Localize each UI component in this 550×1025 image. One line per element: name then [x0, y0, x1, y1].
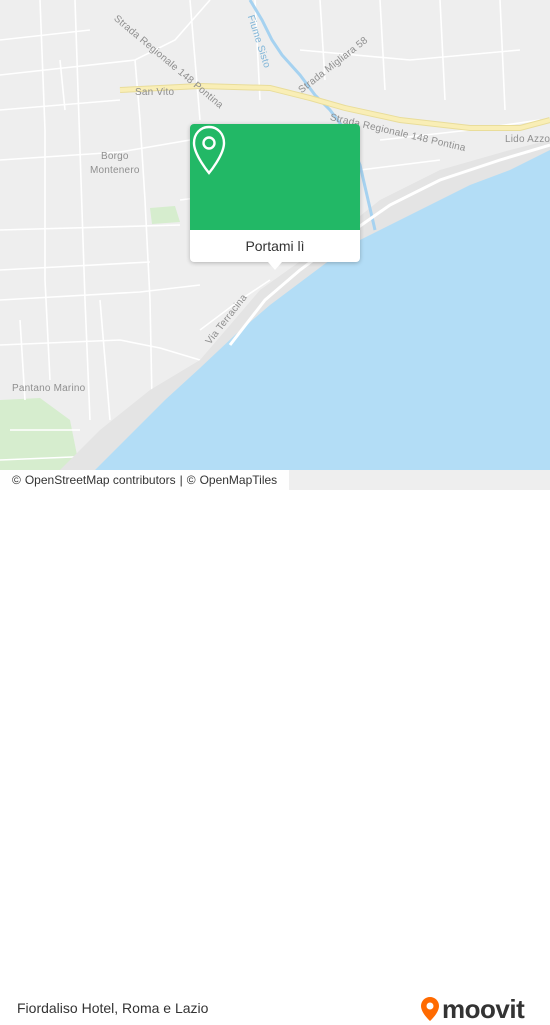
moovit-logo[interactable]: moovit: [420, 993, 525, 1024]
location-popup: Portami lì: [190, 124, 360, 270]
place-label-borgo-montenero: Borgo Montenero: [90, 151, 140, 176]
copyright-symbol: ©: [12, 473, 21, 487]
map[interactable]: Strada Regionale 148 Pontina Strada Regi…: [0, 0, 550, 490]
place-title: Fiordaliso Hotel, Roma e Lazio: [17, 1000, 209, 1016]
map-attribution: © OpenStreetMap contributors | © OpenMap…: [0, 470, 290, 490]
openmaptiles-link[interactable]: OpenMapTiles: [200, 473, 278, 487]
place-label-pantano-marino: Pantano Marino: [12, 383, 86, 394]
moovit-pin-icon: [421, 997, 439, 1021]
place-label-san-vito: San Vito: [135, 87, 175, 98]
attribution-separator: |: [179, 473, 183, 487]
popup-pointer: [268, 262, 282, 270]
location-pin-icon: [192, 125, 226, 175]
footer: Fiordaliso Hotel, Roma e Lazio moovit: [0, 490, 550, 1024]
copyright-symbol: ©: [186, 473, 196, 487]
place-label-lido-azzo: Lido Azzo: [505, 134, 550, 145]
moovit-wordmark: moovit: [442, 993, 525, 1024]
osm-contributors-link[interactable]: OpenStreetMap contributors: [25, 473, 176, 487]
green-area: [150, 206, 180, 224]
directions-button[interactable]: Portami lì: [190, 230, 360, 262]
popup-header: [190, 124, 360, 230]
